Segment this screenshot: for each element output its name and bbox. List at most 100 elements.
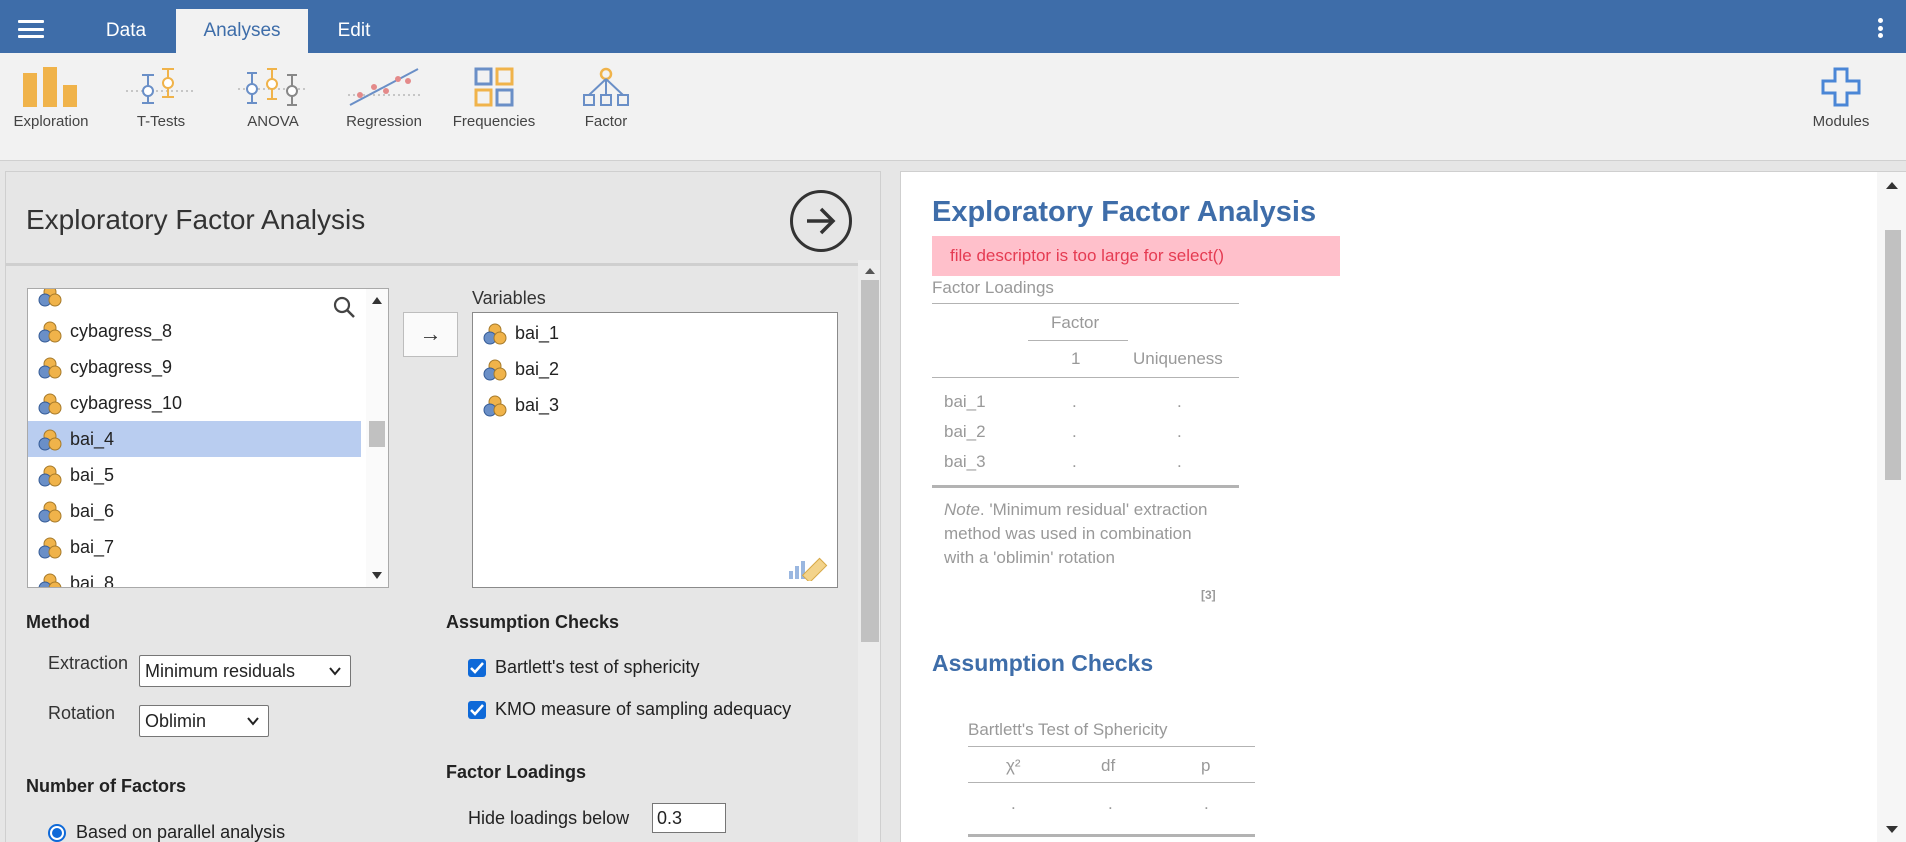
table-rule (968, 834, 1255, 837)
scrollbar-thumb[interactable] (1885, 230, 1901, 480)
anova-icon (238, 68, 308, 106)
list-item[interactable]: bai_3 (473, 387, 773, 423)
loadings-table-caption: Factor Loadings (932, 278, 1054, 297)
tab-data[interactable]: Data (92, 9, 160, 53)
number-of-factors-heading: Number of Factors (26, 776, 187, 796)
col-uniqueness-header: Uniqueness (1133, 349, 1223, 368)
results-scrollbar[interactable] (1877, 172, 1906, 842)
list-item[interactable]: cybagress_9 (28, 349, 361, 385)
hide-loadings-input[interactable]: 0.3 (652, 803, 726, 833)
table-rule (968, 746, 1255, 747)
ribbon-modules-button[interactable]: Modules (1806, 67, 1876, 130)
ribbon-label: Frequencies (452, 113, 536, 130)
bartlett-table-caption: Bartlett's Test of Sphericity (968, 720, 1168, 739)
nominal-variable-icon (38, 393, 62, 415)
variable-name: bai_4 (70, 429, 115, 449)
analyses-ribbon: Exploration T-Tests ANOVA Regression Fre… (0, 53, 1906, 161)
nominal-variable-icon (38, 321, 62, 343)
rotation-value: Oblimin (145, 711, 207, 731)
method-heading: Method (26, 612, 90, 632)
ribbon-regression-button[interactable]: Regression (344, 67, 424, 130)
hamburger-menu-icon[interactable] (18, 20, 44, 38)
list-item[interactable]: bai_7 (28, 529, 361, 565)
nominal-variable-icon (483, 359, 507, 381)
ribbon-factor-button[interactable]: Factor (572, 67, 640, 130)
ribbon-frequencies-button[interactable]: Frequencies (452, 67, 536, 130)
tab-edit[interactable]: Edit (322, 9, 386, 53)
note-text: . 'Minimum residual' extraction (979, 500, 1208, 519)
search-icon[interactable] (332, 295, 356, 319)
analysis-options-panel: Exploratory Factor Analysis cybagress_8 … (5, 171, 881, 842)
table-cell: . (1011, 794, 1016, 813)
more-options-icon[interactable] (1878, 18, 1884, 38)
col-chi-square-header: χ² (1006, 756, 1021, 775)
results-panel: Exploratory Factor Analysis file descrip… (900, 171, 1906, 842)
table-cell: . (1177, 422, 1182, 441)
variable-name: bai_7 (70, 537, 115, 557)
factor-loadings-heading: Factor Loadings (446, 762, 587, 782)
rotation-select[interactable]: Oblimin (139, 705, 269, 737)
scrollbar-thumb[interactable] (369, 421, 385, 447)
list-item[interactable]: bai_5 (28, 457, 361, 493)
col-p-header: p (1201, 756, 1211, 775)
run-analysis-button[interactable] (790, 190, 852, 252)
variables-scrollbar[interactable] (366, 289, 388, 587)
variables-label: Variables (472, 288, 546, 308)
factor-icon (583, 67, 629, 106)
table-row-name: bai_2 (944, 422, 986, 441)
results-title: Exploratory Factor Analysis (932, 196, 1317, 228)
reference-marker[interactable]: [3] (1201, 588, 1216, 602)
nominal-variable-icon (483, 395, 507, 417)
list-item[interactable]: cybagress_10 (28, 385, 361, 421)
table-cell: . (1072, 392, 1077, 411)
list-item[interactable]: cybagress_8 (28, 313, 361, 349)
ribbon-label: Factor (584, 113, 628, 130)
ribbon-label: ANOVA (247, 113, 299, 130)
ribbon-label: Exploration (13, 113, 89, 130)
tab-analyses[interactable]: Analyses (176, 9, 308, 53)
list-item-selected[interactable]: bai_4 (28, 421, 361, 457)
scroll-up-icon[interactable] (1886, 182, 1898, 189)
ribbon-label: T-Tests (136, 113, 186, 130)
t-test-icon (126, 68, 196, 104)
scroll-up-icon[interactable] (865, 268, 875, 274)
bartlett-checkbox[interactable] (468, 659, 486, 677)
assumption-checks-heading: Assumption Checks (446, 612, 620, 632)
nominal-variable-icon (483, 323, 507, 345)
bartlett-label: Bartlett's test of sphericity (495, 657, 700, 677)
variable-name: bai_3 (515, 395, 560, 415)
frequencies-icon (474, 67, 514, 107)
parallel-analysis-radio[interactable] (48, 824, 66, 842)
scroll-down-icon[interactable] (372, 572, 382, 579)
variable-name: bai_5 (70, 465, 115, 485)
note-text: with a 'oblimin' rotation (944, 548, 1115, 567)
available-variables-list[interactable]: cybagress_8 cybagress_9 cybagress_10 bai… (27, 288, 389, 588)
list-item[interactable] (28, 289, 361, 313)
scroll-down-icon[interactable] (1886, 826, 1898, 833)
table-rule (1028, 340, 1128, 341)
extraction-select[interactable]: Minimum residuals (139, 655, 351, 687)
ribbon-t-tests-button[interactable]: T-Tests (122, 67, 200, 130)
ribbon-anova-button[interactable]: ANOVA (234, 67, 312, 130)
move-variable-button[interactable]: → (403, 312, 458, 357)
arrow-right-icon (807, 207, 836, 235)
variable-name: cybagress_9 (70, 357, 173, 377)
scrollbar-thumb[interactable] (861, 280, 879, 642)
kmo-checkbox[interactable] (468, 701, 486, 719)
plus-icon (1821, 67, 1861, 107)
extraction-value: Minimum residuals (145, 661, 296, 681)
table-row-name: bai_3 (944, 452, 986, 471)
error-message: file descriptor is too large for select(… (932, 236, 1340, 276)
table-note: Note. 'Minimum residual' extraction meth… (944, 498, 1234, 570)
options-scrollbar[interactable] (858, 260, 880, 842)
list-item[interactable]: bai_6 (28, 493, 361, 529)
list-item[interactable]: bai_8 (28, 565, 361, 587)
target-variables-list[interactable]: bai_1 bai_2 bai_3 (472, 312, 838, 588)
list-item[interactable]: bai_1 (473, 315, 773, 351)
scroll-up-icon[interactable] (372, 297, 382, 304)
ribbon-exploration-button[interactable]: Exploration (10, 67, 92, 130)
table-cell: . (1177, 392, 1182, 411)
list-item[interactable]: bai_2 (473, 351, 773, 387)
measure-type-icon (789, 557, 828, 581)
regression-icon (348, 68, 420, 106)
